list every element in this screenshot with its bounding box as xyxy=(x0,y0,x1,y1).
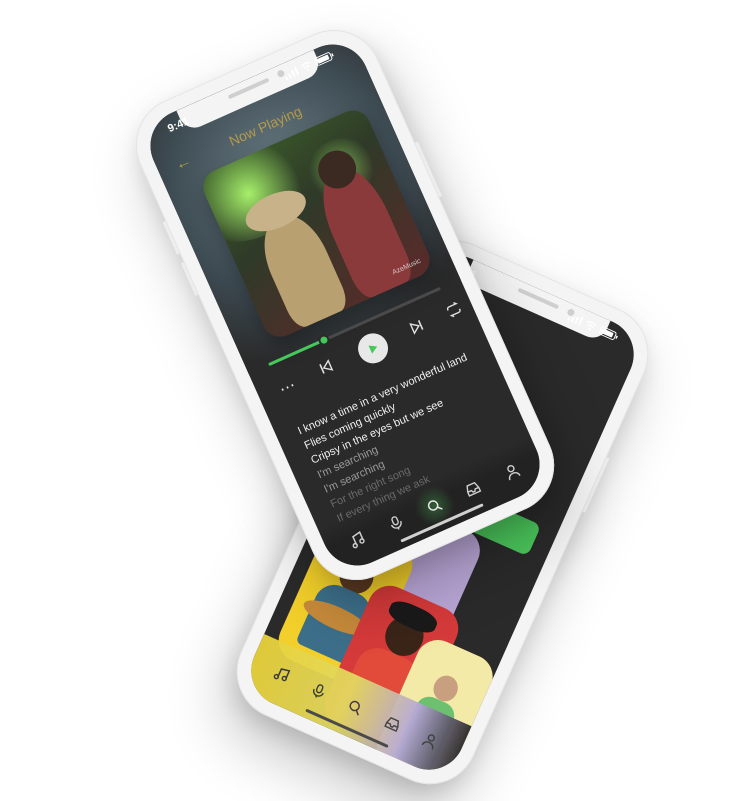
battery-icon xyxy=(598,326,618,340)
search-icon[interactable] xyxy=(419,490,451,522)
play-icon xyxy=(368,345,378,354)
microphone-icon[interactable] xyxy=(303,675,335,707)
profile-icon[interactable] xyxy=(414,725,446,757)
volume-down-button xyxy=(180,261,199,297)
previous-icon[interactable] xyxy=(316,358,336,379)
search-icon[interactable] xyxy=(340,692,372,724)
next-icon[interactable] xyxy=(408,317,428,338)
repeat-icon[interactable] xyxy=(444,300,465,323)
more-icon[interactable]: ⋯ xyxy=(276,375,300,400)
play-button[interactable] xyxy=(353,328,393,369)
microphone-icon[interactable] xyxy=(380,507,412,539)
volume-up-button xyxy=(162,220,180,255)
inbox-icon[interactable] xyxy=(457,473,489,505)
music-note-icon[interactable] xyxy=(341,525,373,557)
music-note-icon[interactable] xyxy=(266,659,298,691)
profile-icon[interactable] xyxy=(496,456,528,488)
inbox-icon[interactable] xyxy=(377,708,409,740)
